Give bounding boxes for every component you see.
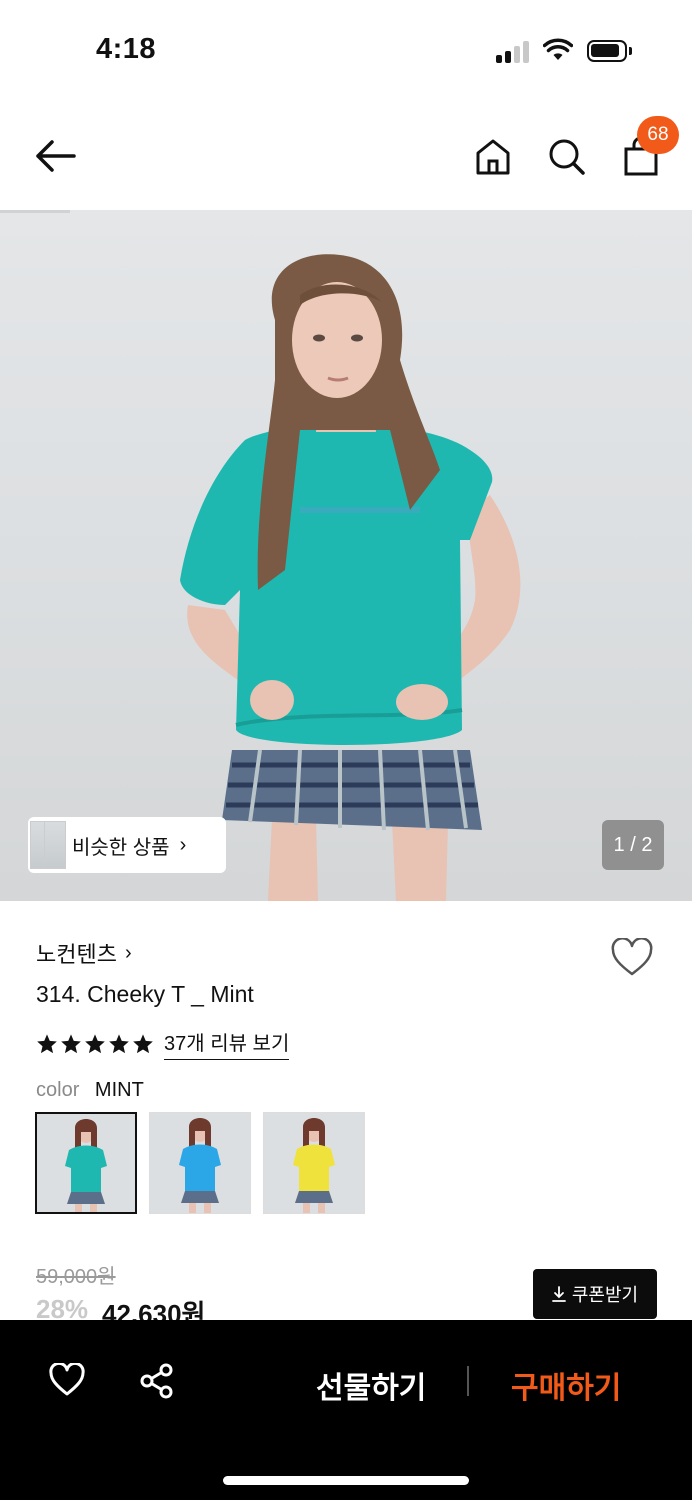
app-header: [0, 100, 692, 210]
cart-count-badge: 68: [637, 116, 679, 154]
star-icon: [85, 1033, 105, 1053]
star-icon: [109, 1033, 129, 1053]
color-swatch[interactable]: [149, 1112, 251, 1214]
rating-row: 37개 리뷰 보기: [36, 1027, 290, 1060]
status-time: 4:18: [96, 33, 157, 65]
swatch-model-image: [293, 1118, 335, 1213]
rating-stars: [36, 1033, 154, 1055]
battery-icon: [587, 40, 632, 62]
star-icon: [61, 1033, 81, 1053]
gift-button[interactable]: 선물하기: [316, 1363, 426, 1407]
buy-button[interactable]: 구매하기: [511, 1363, 621, 1407]
back-arrow-icon[interactable]: [32, 136, 78, 176]
review-link[interactable]: 37개 리뷰 보기: [164, 1027, 290, 1060]
product-image[interactable]: 비슷한 상품 › 1 / 2: [0, 210, 692, 901]
color-swatch[interactable]: [35, 1112, 137, 1214]
status-bar: 4:18: [0, 0, 692, 100]
original-price: 59,000원: [36, 1266, 116, 1288]
cellular-signal-icon: [496, 41, 532, 63]
star-icon: [133, 1033, 153, 1053]
brand-link[interactable]: 노컨텐츠 ›: [36, 937, 132, 969]
chevron-right-icon: ›: [179, 833, 187, 856]
search-icon[interactable]: [547, 137, 587, 177]
bottom-action-bar: 선물하기 구매하기: [0, 1320, 692, 1500]
home-indicator: [223, 1476, 469, 1485]
coupon-label: 쿠폰받기: [571, 1285, 639, 1305]
color-swatch[interactable]: [263, 1112, 365, 1214]
image-page-indicator: 1 / 2: [602, 820, 664, 870]
coupon-button[interactable]: 쿠폰받기: [533, 1269, 657, 1319]
brand-name: 노컨텐츠: [36, 942, 117, 967]
star-icon: [37, 1033, 57, 1053]
model-photo: [180, 254, 521, 901]
color-value: MINT: [94, 1079, 144, 1101]
download-icon: [551, 1286, 566, 1302]
share-icon[interactable]: [139, 1362, 175, 1400]
home-icon[interactable]: [474, 137, 512, 177]
color-label: color: [36, 1079, 80, 1101]
color-row: color MINT: [36, 1079, 144, 1102]
swatch-model-image: [65, 1119, 107, 1212]
wifi-icon: [543, 38, 573, 60]
product-name: 314. Cheeky T _ Mint: [36, 981, 254, 1007]
like-heart-icon[interactable]: [48, 1363, 86, 1397]
similar-products-label: 비슷한 상품: [72, 836, 170, 859]
wishlist-heart-icon[interactable]: [610, 938, 654, 978]
color-swatches: [35, 1112, 365, 1214]
swatch-model-image: [179, 1118, 221, 1213]
divider: [467, 1366, 469, 1396]
chevron-right-icon: ›: [124, 941, 132, 964]
similar-products-button[interactable]: 비슷한 상품 ›: [28, 817, 226, 873]
similar-thumbnail: [28, 817, 66, 873]
